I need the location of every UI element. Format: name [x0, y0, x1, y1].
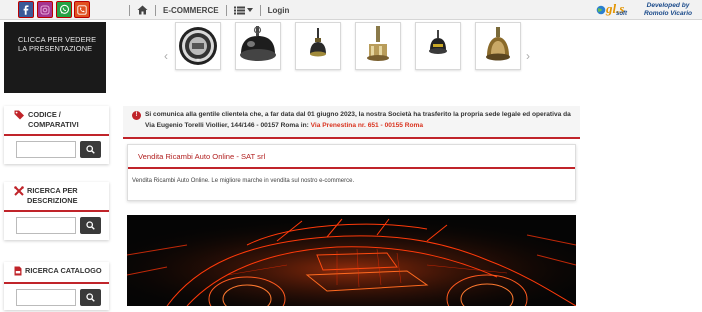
promo-line-2: LA PRESENTAZIONE: [18, 44, 93, 53]
product-image: [429, 30, 447, 54]
list-icon: [233, 6, 245, 14]
product-image: [486, 27, 510, 61]
product-thumbnail[interactable]: [295, 22, 341, 70]
tags-icon: [14, 110, 25, 130]
card-title: Vendita Ricambi Auto Online - SAT srl: [128, 145, 575, 169]
svg-text:M: M: [196, 58, 199, 62]
descrizione-search-row: [4, 212, 109, 240]
home-icon[interactable]: [137, 5, 148, 15]
brand-soft-label: soft: [616, 11, 627, 17]
relocation-notice: ! Si comunica alla gentile clientela che…: [123, 106, 580, 139]
descrizione-search-panel: RICERCA PER DESCRIZIONE: [4, 182, 109, 240]
author-name: Romolo Vicario: [643, 10, 693, 17]
card-body: Vendita Ricambi Auto Online. Le migliore…: [132, 178, 355, 184]
top-bar: E-COMMERCE Login gl.s soft Developed by …: [0, 0, 702, 20]
login-link[interactable]: Login: [268, 6, 290, 15]
codice-search-button[interactable]: [80, 141, 101, 158]
intro-card: Vendita Ricambi Auto Online - SAT srl Ve…: [127, 144, 576, 201]
tools-icon: [14, 186, 24, 206]
developer-brand[interactable]: gl.s soft Developed by Romolo Vicario: [596, 1, 700, 19]
codice-search-input[interactable]: [16, 141, 76, 158]
list-menu-dropdown[interactable]: [233, 6, 253, 15]
facebook-icon[interactable]: [18, 1, 34, 18]
whatsapp-icon[interactable]: [56, 1, 72, 18]
descrizione-search-input[interactable]: [16, 217, 76, 234]
product-thumbnail[interactable]: [355, 22, 401, 70]
hero-car-xray-image: [127, 215, 576, 306]
codice-search-panel: CODICE / COMPARATIVI: [4, 106, 109, 164]
globe-icon: [596, 5, 606, 15]
notice-address: Via Prenestina nr. 651 - 00155 Roma: [310, 122, 424, 129]
developed-by-text: Developed by Romolo Vicario: [636, 2, 700, 18]
nav-ecommerce-link[interactable]: E-COMMERCE: [163, 6, 219, 15]
catalogo-search-row: [4, 284, 109, 312]
descrizione-panel-header: RICERCA PER DESCRIZIONE: [4, 182, 109, 212]
catalogo-search-panel: RICERCA CATALOGO: [4, 262, 109, 310]
product-thumbnail[interactable]: [475, 22, 521, 70]
main-nav: E-COMMERCE Login: [122, 0, 289, 20]
codice-label-line-2: COMPARATIVI: [28, 120, 79, 129]
promo-line-1: CLICCA PER VEDERE: [18, 35, 97, 44]
search-icon: [86, 145, 95, 154]
search-icon: [86, 293, 95, 302]
nav-divider: [259, 4, 261, 16]
search-icon: [86, 221, 95, 230]
catalogo-search-button[interactable]: [80, 289, 101, 306]
caret-down-icon: [246, 8, 253, 12]
chevron-right-icon[interactable]: ›: [526, 49, 530, 63]
catalogo-panel-header: RICERCA CATALOGO: [4, 262, 109, 284]
codice-panel-header: CODICE / COMPARATIVI: [4, 106, 109, 136]
codice-search-row: [4, 136, 109, 164]
descrizione-label-line-2: DESCRIZIONE: [27, 196, 78, 205]
product-image: M: [179, 27, 217, 65]
product-image: [310, 28, 326, 57]
codice-label-line-1: CODICE /: [28, 110, 61, 119]
instagram-icon[interactable]: [37, 1, 53, 18]
developed-by-label: Developed by: [646, 2, 690, 9]
nav-divider: [225, 4, 227, 16]
product-thumbnail[interactable]: [415, 22, 461, 70]
car-wireframe-graphic: [127, 215, 576, 306]
presentation-banner[interactable]: CLICCA PER VEDERE LA PRESENTAZIONE: [4, 22, 106, 93]
alert-icon: !: [132, 111, 141, 120]
product-image: [367, 26, 389, 61]
nav-divider: [155, 4, 156, 16]
product-thumbnail[interactable]: M: [175, 22, 221, 70]
codice-label: CODICE / COMPARATIVI: [28, 110, 79, 130]
descrizione-label: RICERCA PER DESCRIZIONE: [27, 186, 78, 206]
catalogo-label: RICERCA CATALOGO: [25, 266, 102, 275]
phone-icon[interactable]: [74, 1, 90, 18]
catalogo-search-input[interactable]: [16, 289, 76, 306]
nav-divider: [129, 4, 130, 16]
descrizione-label-line-1: RICERCA PER: [27, 186, 78, 195]
product-image: [240, 26, 276, 61]
descrizione-search-button[interactable]: [80, 217, 101, 234]
pdf-file-icon: [14, 266, 22, 278]
chevron-left-icon[interactable]: ‹: [164, 49, 168, 63]
product-thumbnail[interactable]: [235, 22, 281, 70]
